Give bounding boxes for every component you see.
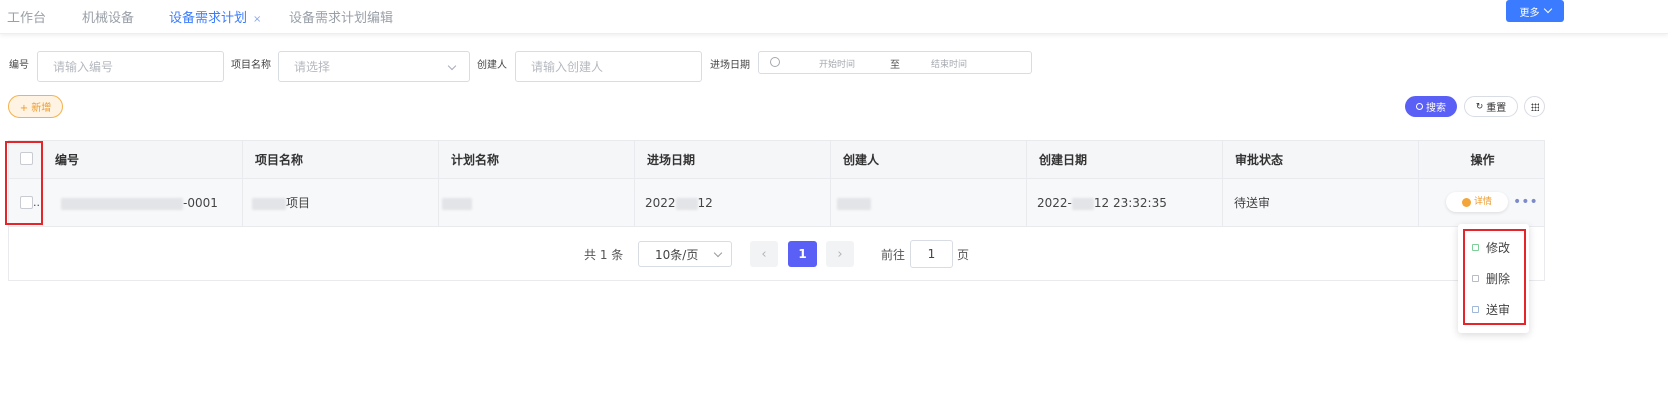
page-size-value: 10条/页 [655,247,699,262]
redacted-text [252,197,286,210]
redacted-text [675,197,698,210]
page-unit-label: 页 [957,248,970,262]
close-icon[interactable]: × [253,14,261,25]
date-separator: 至 [890,60,900,71]
created-date-prefix: 2022- [1037,196,1072,210]
tab-equipment-plan-edit[interactable]: 设备需求计划编辑 [289,7,393,26]
reset-button-label: 重置 [1486,103,1507,114]
more-button[interactable]: 更多 [1506,0,1564,22]
cell-entry-date: 2022 12 [635,179,831,227]
pagination-total: 共 1 条 [584,248,624,262]
project-select[interactable]: 请选择 [278,51,470,82]
cell-creator [831,179,1027,227]
column-header[interactable]: 进场日期 [635,141,831,179]
detail-button-label: 详情 [1473,196,1492,207]
created-date-suffix: 12 23:32:35 [1093,196,1167,210]
cell-status: 待送审 [1223,179,1419,227]
goto-page-input[interactable]: 1 [910,240,953,268]
add-button[interactable]: + 新增 [8,95,63,118]
column-header[interactable]: 编号 [43,141,243,179]
tab-bar: 工作台 机械设备 设备需求计划 × 设备需求计划编辑 更多 [0,0,1668,34]
code-input[interactable]: 请输入编号 [37,51,224,82]
tab-equipment-plan-label: 设备需求计划 [169,11,248,26]
redacted-text [61,197,183,210]
code-placeholder: 请输入编号 [53,60,114,74]
project-placeholder: 请选择 [294,60,331,74]
code-label: 编号 [9,60,29,71]
page-number-current[interactable]: 1 [788,241,817,267]
detail-icon [1461,197,1471,207]
column-header: 操作 [1470,153,1495,167]
chevron-down-icon [1543,4,1552,14]
redacted-text [837,197,871,210]
chevron-down-icon [713,248,723,258]
project-label: 项目名称 [231,60,271,71]
goto-label: 前往 [881,248,906,262]
detail-button[interactable]: 详情 [1446,192,1508,212]
column-header[interactable]: 项目名称 [243,141,439,179]
more-actions-icon[interactable]: ••• [1513,179,1538,225]
entry-date-prefix: 2022 [645,196,676,210]
column-header[interactable]: 计划名称 [439,141,635,179]
search-button[interactable]: 搜索 [1405,96,1457,117]
refresh-icon: ↻ [1475,101,1484,112]
redacted-text [1071,197,1094,210]
column-header[interactable]: 审批状态 [1223,141,1419,179]
cell-plan-name [439,179,635,227]
start-date-input[interactable]: 开始时间 [817,57,857,70]
creator-label: 创建人 [477,60,507,71]
entry-date-suffix: 12 [697,196,713,210]
reset-button[interactable]: ↻ 重置 [1464,96,1518,117]
creator-input[interactable]: 请输入创建人 [515,51,702,82]
column-settings-button[interactable] [1524,96,1545,117]
cell-code: -0001 [43,179,243,227]
table-header: 编号 项目名称 计划名称 进场日期 创建人 创建日期 审批状态 操作 [9,141,1544,179]
tab-workbench[interactable]: 工作台 [7,7,46,26]
cell-created-date: 2022- 12 23:32:35 [1027,179,1223,227]
highlight-box-row-menu [1463,229,1526,325]
more-button-label: 更多 [1519,7,1540,19]
creator-placeholder: 请输入创建人 [531,60,604,74]
search-icon [1416,103,1423,110]
table-row: ... -0001 项目 2022 12 2022- 12 23:32:35 待送审 [9,179,1544,227]
chevron-down-icon [447,61,457,71]
cell-project: 项目 [243,179,439,227]
highlight-box-checkbox-column [5,141,43,225]
page-size-select[interactable]: 10条/页 [638,241,732,267]
search-button-label: 搜索 [1426,103,1446,114]
column-header[interactable]: 创建人 [831,141,1027,179]
tab-machinery[interactable]: 机械设备 [82,7,134,26]
grid-icon [1530,102,1539,111]
project-suffix: 项目 [286,196,311,210]
date-label: 进场日期 [710,60,750,71]
date-range-picker[interactable]: 开始时间 至 结束时间 [758,51,1032,74]
column-header[interactable]: 创建日期 [1027,141,1223,179]
code-suffix: -0001 [183,196,218,210]
end-date-input[interactable]: 结束时间 [929,57,969,70]
tab-equipment-plan[interactable]: 设备需求计划 × [169,7,261,26]
next-page-button[interactable]: › [826,241,854,267]
clock-icon [770,57,780,67]
add-button-label: + 新增 [19,103,52,114]
redacted-text [442,197,472,210]
prev-page-button[interactable]: ‹ [750,241,778,267]
